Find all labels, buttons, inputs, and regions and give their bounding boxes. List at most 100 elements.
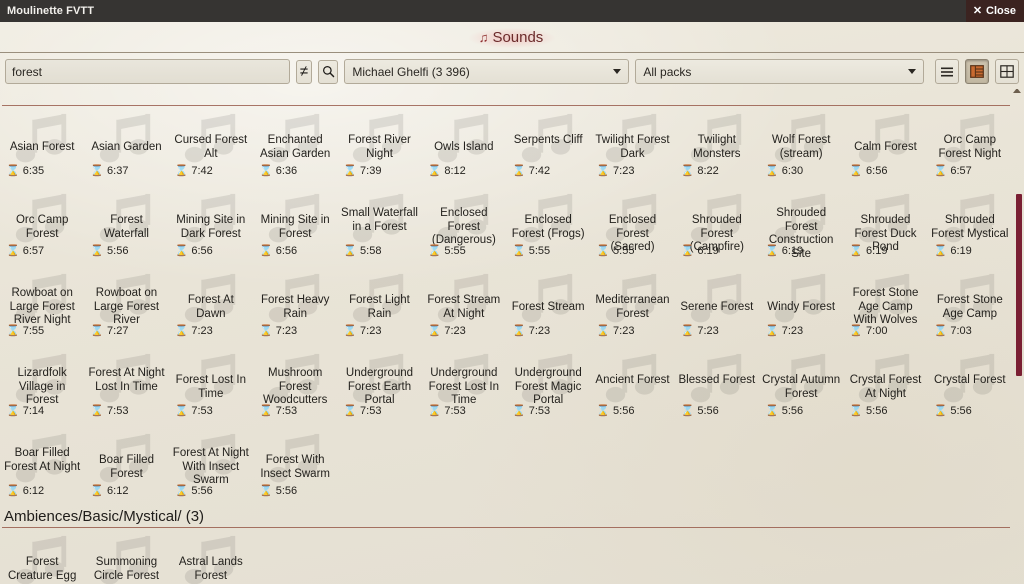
hourglass-icon: ⌛ (6, 324, 20, 337)
sound-item[interactable]: Shrouded Forest Construction Site ⌛ 6:19 (759, 186, 843, 266)
not-equal-toggle-button[interactable]: ≠ (296, 59, 312, 84)
sound-item[interactable]: Forest At Night Lost In Time ⌛ 7:53 (84, 346, 168, 426)
sound-item[interactable]: Asian Forest ⌛ 6:35 (0, 106, 84, 186)
sound-item[interactable]: Forest Heavy Rain ⌛ 7:23 (253, 266, 337, 346)
sound-item[interactable]: Enclosed Forest (Dangerous) ⌛ 5:55 (422, 186, 506, 266)
sound-item[interactable]: Forest Stream At Night ⌛ 7:23 (422, 266, 506, 346)
hourglass-icon: ⌛ (90, 404, 105, 417)
sound-item[interactable]: Ancient Forest ⌛ 5:56 (590, 346, 674, 426)
sound-item-duration: ⌛ 6:36 (259, 165, 297, 177)
sound-item[interactable]: Forest At Night With Insect Swarm ⌛ 5:56 (169, 426, 253, 506)
hourglass-icon: ⌛ (90, 324, 105, 337)
sound-item[interactable]: Twilight Forest Dark ⌛ 7:23 (590, 106, 674, 186)
view-list-button[interactable] (935, 59, 960, 84)
sound-item[interactable]: Calm Forest ⌛ 6:56 (843, 106, 927, 186)
sound-item[interactable]: Forest Lost In Time ⌛ 7:53 (169, 346, 253, 426)
sound-item[interactable]: Mushroom Forest Woodcutters ⌛ 7:53 (253, 346, 337, 426)
sound-item[interactable]: Forest At Dawn ⌛ 7:23 (169, 266, 253, 346)
sound-item[interactable]: Owls Island ⌛ 8:12 (422, 106, 506, 186)
sound-item[interactable]: Forest With Insect Swarm ⌛ 5:56 (253, 426, 337, 506)
sound-item[interactable]: Mining Site in Dark Forest ⌛ 6:56 (169, 186, 253, 266)
sound-item-duration-value: 7:23 (275, 325, 298, 337)
sound-item[interactable]: Lizardfolk Village in Forest ⌛ 7:14 (0, 346, 84, 426)
hourglass-icon: ⌛ (343, 244, 358, 257)
sound-item[interactable]: Enchanted Asian Garden ⌛ 6:36 (253, 106, 337, 186)
hourglass-icon: ⌛ (6, 484, 20, 497)
close-button[interactable]: ✕ Close (965, 0, 1024, 22)
sound-item[interactable]: Asian Garden ⌛ 6:37 (84, 106, 168, 186)
sound-item[interactable]: Forest Stone Age Camp With Wolves ⌛ 7:00 (843, 266, 927, 346)
sound-item[interactable]: Orc Camp Forest ⌛ 6:57 (0, 186, 84, 266)
sound-item[interactable]: Serpents Cliff ⌛ 7:42 (506, 106, 590, 186)
sound-item-duration-value: 6:57 (950, 165, 972, 177)
sound-item[interactable]: Crystal Forest At Night ⌛ 5:56 (843, 346, 927, 426)
sound-item[interactable]: Mining Site in Forest ⌛ 6:56 (253, 186, 337, 266)
sound-item-name: Forest Lost In Time (175, 374, 246, 400)
sound-item[interactable]: Enclosed Forest (Frogs) ⌛ 5:55 (506, 186, 590, 266)
hamburger-list-icon (941, 67, 954, 76)
sound-item-duration: ⌛ 7:23 (259, 325, 297, 337)
hourglass-icon: ⌛ (596, 324, 611, 337)
hourglass-icon: ⌛ (933, 164, 948, 177)
sound-item[interactable]: Boar Filled Forest ⌛ 6:12 (84, 426, 168, 506)
sound-item[interactable]: Shrouded Forest (Campfire) ⌛ 6:19 (675, 186, 759, 266)
sound-item-duration: ⌛ 6:12 (6, 485, 44, 497)
sound-item[interactable]: Shrouded Forest Duck Pond ⌛ 6:19 (843, 186, 927, 266)
sound-item[interactable]: Orc Camp Forest Night ⌛ 6:57 (928, 106, 1012, 186)
sound-item[interactable]: Underground Forest Earth Portal ⌛ 7:53 (337, 346, 421, 426)
sound-item[interactable]: Forest River Night ⌛ 7:39 (337, 106, 421, 186)
sound-item[interactable]: Enclosed Forest (Sacred) ⌛ 5:55 (590, 186, 674, 266)
sound-item[interactable]: Underground Forest Magic Portal ⌛ 7:53 (506, 346, 590, 426)
creator-select[interactable]: Michael Ghelfi (3 396) (344, 59, 630, 84)
scroll-up-arrow-icon[interactable] (1013, 89, 1021, 93)
sound-item-duration-value: 7:27 (107, 325, 129, 337)
sound-item[interactable]: Forest Creature Egg (0, 528, 84, 584)
sound-item[interactable]: Windy Forest ⌛ 7:23 (759, 266, 843, 346)
sound-item[interactable]: Twilight Monsters ⌛ 8:22 (675, 106, 759, 186)
sound-item[interactable]: Summoning Circle Forest (84, 528, 168, 584)
sound-item-name: Crystal Autumn Forest (762, 374, 841, 400)
sound-item[interactable]: Forest Waterfall ⌛ 5:56 (84, 186, 168, 266)
sound-item[interactable]: Shrouded Forest Mystical ⌛ 6:19 (928, 186, 1012, 266)
sound-item[interactable]: Serene Forest ⌛ 7:23 (675, 266, 759, 346)
packs-select[interactable]: All packs (635, 59, 925, 84)
sound-item-name: Lizardfolk Village in Forest (17, 367, 67, 406)
not-equal-icon: ≠ (299, 63, 309, 80)
results-scroll-area[interactable]: Asian Forest ⌛ 6:35 Asian Garden ⌛ 6:37 Cursed… (0, 89, 1024, 584)
sound-item[interactable]: Blessed Forest ⌛ 5:56 (675, 346, 759, 426)
hourglass-icon: ⌛ (512, 244, 526, 257)
sound-item-duration: ⌛ 5:55 (512, 245, 550, 257)
sound-item[interactable]: Astral Lands Forest (169, 528, 253, 584)
sound-item-name: Asian Forest (9, 141, 75, 153)
hourglass-icon: ⌛ (174, 404, 189, 417)
sound-item-duration: ⌛ 5:56 (934, 405, 972, 417)
sound-item-duration: ⌛ 5:56 (596, 405, 634, 417)
sound-item-duration: ⌛ 5:55 (428, 245, 466, 257)
sound-item[interactable]: Forest Light Rain ⌛ 7:23 (337, 266, 421, 346)
sound-item[interactable]: Boar Filled Forest At Night ⌛ 6:12 (0, 426, 84, 506)
sound-item-duration-value: 7:23 (781, 325, 804, 337)
sound-item[interactable]: Rowboat on Large Forest River ⌛ 7:27 (84, 266, 168, 346)
sound-item[interactable]: Cursed Forest Alt ⌛ 7:42 (169, 106, 253, 186)
search-button[interactable] (318, 59, 339, 84)
sound-item[interactable]: Rowboat on Large Forest River Night ⌛ 7:55 (0, 266, 84, 346)
sound-item[interactable]: Crystal Autumn Forest ⌛ 5:56 (759, 346, 843, 426)
sound-item-duration-value: 7:53 (275, 405, 298, 417)
sound-item-name: Wolf Forest (stream) (771, 134, 831, 160)
scrollbar-track[interactable] (1013, 89, 1022, 584)
sound-item[interactable]: Underground Forest Lost In Time ⌛ 7:53 (422, 346, 506, 426)
sound-item-duration: ⌛ 7:42 (175, 165, 213, 177)
scrollbar-thumb[interactable] (1016, 194, 1022, 376)
sound-item-duration-value: 6:35 (22, 165, 45, 177)
sound-item[interactable]: Small Waterfall in a Forest ⌛ 5:58 (337, 186, 421, 266)
sound-item[interactable]: Crystal Forest ⌛ 5:56 (928, 346, 1012, 426)
sound-item[interactable]: Mediterranean Forest ⌛ 7:23 (590, 266, 674, 346)
sound-item[interactable]: Forest Stream ⌛ 7:23 (506, 266, 590, 346)
sound-item[interactable]: Wolf Forest (stream) ⌛ 6:30 (759, 106, 843, 186)
sound-item[interactable]: Forest Stone Age Camp ⌛ 7:03 (928, 266, 1012, 346)
search-input[interactable] (5, 59, 290, 84)
view-tiles-button[interactable] (965, 59, 990, 84)
view-grid-button[interactable] (995, 59, 1019, 84)
sound-item-duration: ⌛ 7:39 (343, 165, 381, 177)
result-group: Asian Forest ⌛ 6:35 Asian Garden ⌛ 6:37 Cursed… (0, 106, 1012, 506)
